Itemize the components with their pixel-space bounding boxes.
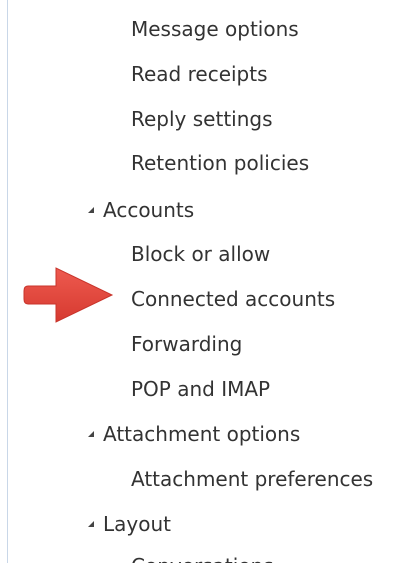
nav-item-connected-accounts[interactable]: Connected accounts xyxy=(131,286,335,312)
nav-category-attachment-options[interactable]: Attachment options xyxy=(88,421,300,447)
nav-category-label: Layout xyxy=(103,512,171,536)
nav-item-forwarding[interactable]: Forwarding xyxy=(131,331,242,357)
nav-item-attachment-preferences[interactable]: Attachment preferences xyxy=(131,466,373,492)
nav-category-layout[interactable]: Layout xyxy=(88,511,171,537)
nav-category-label: Attachment options xyxy=(103,422,301,446)
nav-item-pop-and-imap[interactable]: POP and IMAP xyxy=(131,376,270,402)
nav-item-read-receipts[interactable]: Read receipts xyxy=(131,61,268,87)
nav-item-message-options[interactable]: Message options xyxy=(131,16,299,42)
nav-item-retention-policies[interactable]: Retention policies xyxy=(131,150,309,176)
expanded-triangle-icon xyxy=(88,207,94,213)
red-arrow-icon xyxy=(23,267,114,323)
nav-item-reply-settings[interactable]: Reply settings xyxy=(131,106,273,132)
expanded-triangle-icon xyxy=(88,521,94,527)
nav-item-conversations[interactable]: Conversations xyxy=(131,553,274,563)
expanded-triangle-icon xyxy=(88,431,94,437)
nav-category-label: Accounts xyxy=(103,198,195,222)
nav-item-block-or-allow[interactable]: Block or allow xyxy=(131,241,270,267)
nav-category-accounts[interactable]: Accounts xyxy=(88,197,194,223)
